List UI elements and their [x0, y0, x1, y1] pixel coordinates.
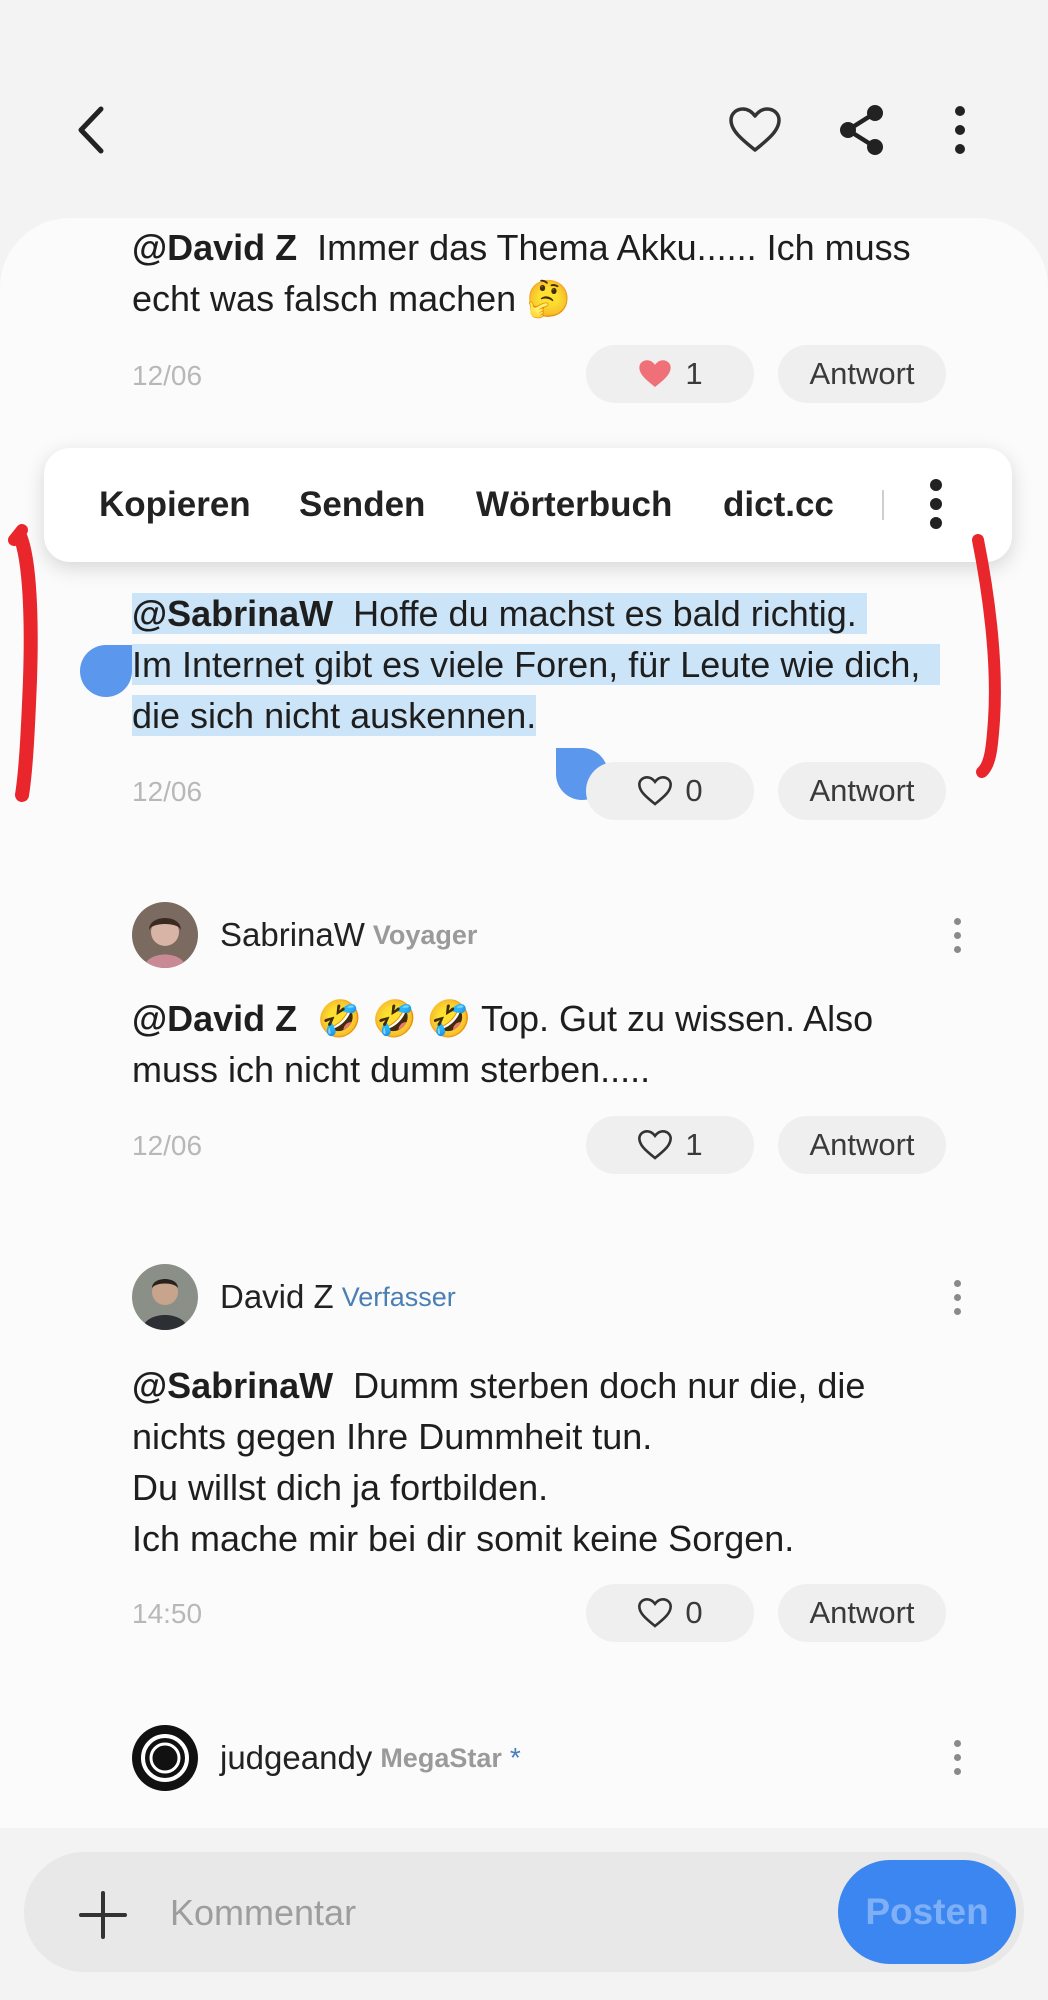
like-button[interactable]: 1: [586, 1116, 754, 1174]
comment-input-placeholder: Kommentar: [170, 1892, 357, 1933]
reply-button[interactable]: Antwort: [778, 1116, 946, 1174]
author-role-badge: Verfasser: [341, 1281, 456, 1312]
comment-more-button[interactable]: [945, 1740, 969, 1775]
author-role-badge: Voyager: [372, 919, 478, 950]
like-count: 0: [685, 1595, 703, 1630]
mention[interactable]: @David Z: [132, 998, 297, 1039]
comment-more-button[interactable]: [945, 1280, 969, 1315]
heart-outline-icon: [638, 1130, 673, 1160]
comment-line: 🤣 🤣 🤣 Top. Gut zu wissen. Also: [317, 998, 874, 1039]
comment-more-button[interactable]: [945, 918, 969, 953]
comment-date: 12/06: [132, 1130, 203, 1161]
avatar-image: [132, 1264, 198, 1330]
reply-button[interactable]: Antwort: [778, 1584, 946, 1642]
comment-text: @SabrinaW Dumm sterben doch nur die, die…: [132, 1360, 992, 1564]
comment-line: muss ich nicht dumm sterben.....: [132, 1049, 651, 1090]
mention[interactable]: @SabrinaW: [132, 1365, 333, 1406]
red-annotation-marks: [8, 524, 1001, 802]
comment-line: Du willst dich ja fortbilden.: [132, 1467, 549, 1508]
role-star: *: [509, 1742, 521, 1773]
heart-outline-icon: [638, 1598, 673, 1628]
comment-date: 14:50: [132, 1598, 203, 1629]
comment-author-row: judgeandy MegaStar *: [132, 1725, 521, 1791]
comment-line: Ich mache mir bei dir somit keine Sorgen…: [132, 1518, 795, 1559]
comment-author-row: David Z Verfasser: [132, 1264, 456, 1330]
avatar[interactable]: [132, 902, 198, 968]
avatar-image: [132, 1725, 198, 1791]
avatar[interactable]: [132, 1725, 198, 1791]
post-button[interactable]: Posten: [838, 1860, 1016, 1964]
author-name[interactable]: judgeandy: [220, 1739, 372, 1777]
comment-text: @David Z 🤣 🤣 🤣 Top. Gut zu wissen. Also …: [132, 993, 992, 1095]
author-name[interactable]: David Z: [220, 1278, 334, 1316]
avatar[interactable]: [132, 1264, 198, 1330]
author-name[interactable]: SabrinaW: [220, 916, 365, 954]
comment-author-row: SabrinaW Voyager: [132, 902, 477, 968]
plus-icon: [79, 1891, 127, 1939]
like-button[interactable]: 0: [586, 1584, 754, 1642]
comment-line: nichts gegen Ihre Dummheit tun.: [132, 1416, 653, 1457]
comment-line: Dumm sterben doch nur die, die: [353, 1365, 866, 1406]
author-role-badge: MegaStar: [380, 1742, 502, 1773]
avatar-image: [132, 902, 198, 968]
like-count: 1: [685, 1127, 703, 1162]
add-attachment-button[interactable]: [78, 1890, 128, 1940]
